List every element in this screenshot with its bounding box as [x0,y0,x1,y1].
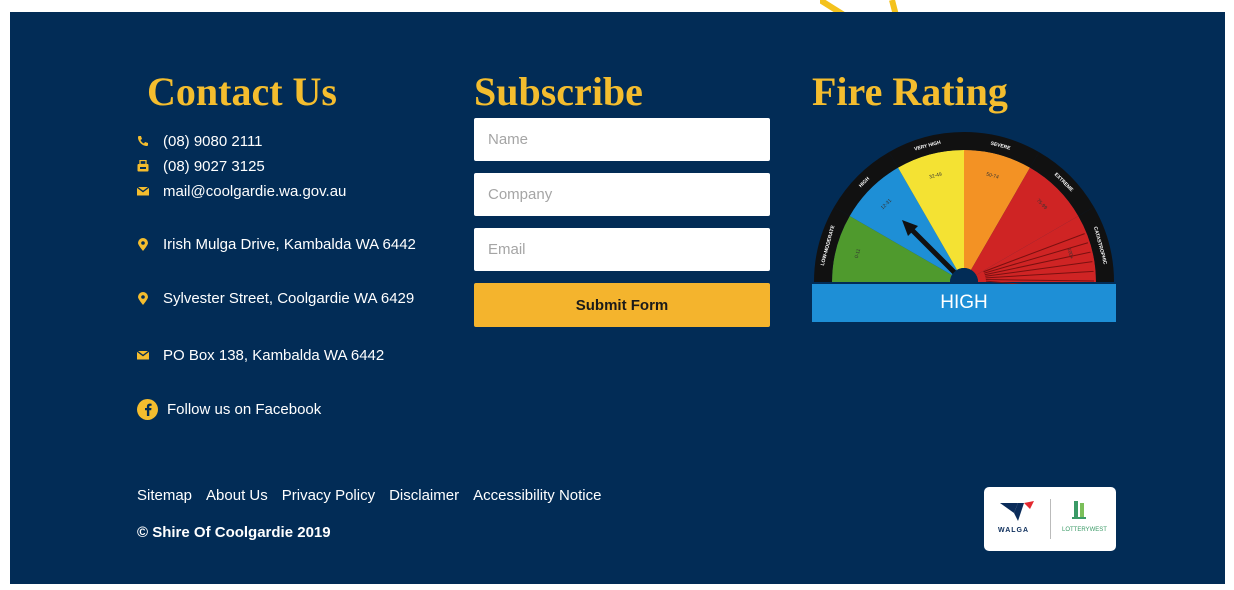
walga-logo-icon [1000,501,1034,521]
email-address: mail@coolgardie.wa.gov.au [163,183,347,200]
address-kambalda: Irish Mulga Drive, Kambalda WA 6442 [163,236,416,253]
fire-rating-heading: Fire Rating [812,69,1008,114]
logo-divider [1050,499,1051,539]
name-input[interactable] [474,118,770,161]
partner-logos[interactable]: WALGA LOTTERYWEST [984,487,1116,551]
lotterywest-logo-text: LOTTERYWEST [1062,527,1107,533]
envelope-icon [137,185,149,197]
walga-logo-text: WALGA [998,527,1030,534]
contact-phone[interactable]: (08) 9080 2111 [137,130,433,153]
envelope-icon [137,349,149,361]
phone-number: (08) 9080 2111 [163,133,263,150]
contact-fax: (08) 9027 3125 [137,155,433,178]
facebook-icon [137,399,158,420]
contact-address-kambalda: Irish Mulga Drive, Kambalda WA 6442 [137,233,433,256]
footer-link-accessibility-notice[interactable]: Accessibility Notice [473,487,601,504]
contact-email[interactable]: mail@coolgardie.wa.gov.au [137,180,433,203]
fire-danger-gauge: LOW-MODERATE 0-11HIGH12-31VERY HIGH32-49S… [814,132,1114,286]
contact-address-coolgardie: Sylvester Street, Coolgardie WA 6429 [137,287,433,310]
contact-po-box: PO Box 138, Kambalda WA 6442 [137,344,433,367]
po-box: PO Box 138, Kambalda WA 6442 [163,347,385,364]
email-input[interactable] [474,228,770,271]
submit-form-button[interactable]: Submit Form [474,283,770,327]
footer-link-privacy-policy[interactable]: Privacy Policy [282,487,375,504]
footer-link-about-us[interactable]: About Us [206,487,268,504]
fire-rating-current: HIGH [812,284,1116,322]
copyright: © Shire Of Coolgardie 2019 [137,524,331,541]
fax-number: (08) 9027 3125 [163,158,265,175]
phone-icon [137,135,149,147]
map-pin-icon [137,237,149,251]
footer-link-sitemap[interactable]: Sitemap [137,487,192,504]
contact-heading: Contact Us [147,69,337,114]
facebook-link[interactable]: Follow us on Facebook [137,399,321,420]
fax-icon [137,160,149,172]
lotterywest-logo-icon [1072,501,1086,519]
footer-links: Sitemap About Us Privacy Policy Disclaimer A… [137,487,615,505]
facebook-link-label: Follow us on Facebook [167,401,322,418]
address-coolgardie: Sylvester Street, Coolgardie WA 6429 [163,290,415,307]
company-input[interactable] [474,173,770,216]
subscribe-heading: Subscribe [474,69,643,114]
map-pin-icon [137,291,149,305]
footer-link-disclaimer[interactable]: Disclaimer [389,487,459,504]
